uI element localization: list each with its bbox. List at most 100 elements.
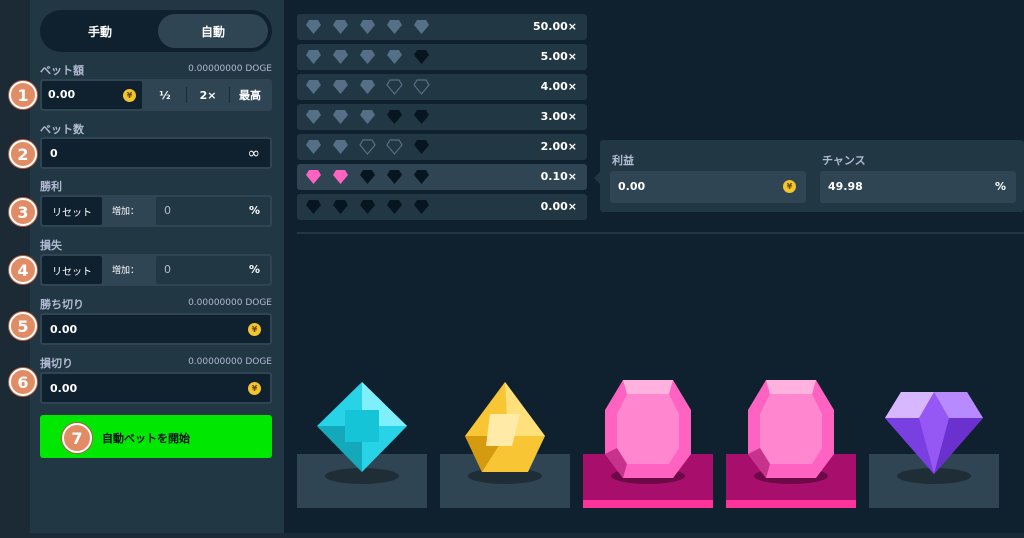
payout-row: 3.00×: [297, 104, 587, 130]
bet-amount-label: ベット額: [40, 64, 84, 77]
game-area: 50.00× 5.00× 4.00× 3.00× 2.00× 0.10× 0.00× 利益 …: [284, 0, 1024, 533]
step-badge-1: 1: [9, 81, 37, 109]
on-loss-increase-label: 増加：: [112, 266, 140, 276]
gem-icon: [306, 110, 321, 124]
gem-icon: [306, 50, 321, 64]
stop-profit-converted: 0.00000000 DOGE: [188, 298, 272, 308]
gem-icon: [413, 79, 430, 95]
bet-amount-group: 0.00 ¥ ½ 2× 最高: [40, 79, 272, 111]
profit-value: 0.00: [618, 180, 646, 193]
max-button[interactable]: 最高: [230, 81, 270, 109]
payout-multiplier: 2.00×: [540, 140, 577, 153]
payout-pattern: [305, 19, 430, 35]
tab-manual[interactable]: 手動: [44, 14, 156, 48]
payout-pattern: [305, 49, 430, 65]
gem-icon: [386, 139, 403, 155]
pink-gem: [605, 380, 691, 478]
gem-icon: [360, 80, 375, 94]
gem-icon: [387, 170, 402, 184]
gem-icon: [387, 20, 402, 34]
coin-icon: ¥: [248, 382, 261, 395]
stop-loss-converted: 0.00000000 DOGE: [188, 357, 272, 367]
step-badge-5: 5: [9, 312, 37, 340]
gem-icon: [414, 140, 429, 154]
bet-count-label: ベット数: [40, 123, 84, 136]
coin-icon: ¥: [248, 323, 261, 336]
on-loss-reset-button[interactable]: リセット: [42, 256, 102, 284]
gem-icon: [333, 200, 348, 214]
bet-amount-input[interactable]: 0.00 ¥: [42, 81, 142, 109]
double-button[interactable]: 2×: [187, 81, 229, 109]
stop-profit-label: 勝ち切り: [40, 298, 84, 311]
step-badge-6: 6: [9, 368, 37, 396]
payout-multiplier: 5.00×: [540, 50, 577, 63]
bet-count-value: 0: [50, 147, 58, 160]
payout-pattern: [305, 79, 430, 95]
payout-row: 0.00×: [297, 194, 587, 220]
profit-field[interactable]: 0.00 ¥: [610, 171, 806, 203]
payout-row: 2.00×: [297, 134, 587, 160]
coin-icon: ¥: [783, 180, 796, 193]
payout-multiplier: 0.00×: [540, 200, 577, 213]
gem-icon: [306, 140, 321, 154]
cyan-diamond-gem: [317, 382, 407, 472]
on-loss-group: リセット 増加： 0 %: [40, 254, 272, 286]
stop-profit-value: 0.00: [50, 323, 78, 336]
payout-multiplier: 50.00×: [532, 20, 577, 33]
chance-label: チャンス: [822, 154, 866, 167]
chance-field[interactable]: 49.98 %: [820, 171, 1016, 203]
chance-value: 49.98: [828, 180, 863, 193]
infinity-icon: ∞: [247, 144, 261, 162]
step-badge-3: 3: [9, 198, 37, 226]
gem-icon: [387, 200, 402, 214]
mode-switch: 手動 自動: [40, 10, 272, 52]
profit-panel: 利益 0.00 ¥ チャンス 49.98 %: [594, 140, 1024, 212]
gem-icon: [360, 20, 375, 34]
gem-icon: [333, 110, 348, 124]
gem-icon: [306, 20, 321, 34]
gem-icon: [306, 200, 321, 214]
percent-icon: %: [248, 263, 260, 276]
gem-icon: [333, 50, 348, 64]
gem-icon: [414, 110, 429, 124]
yellow-gem: [465, 382, 545, 472]
payout-multiplier: 4.00×: [540, 80, 577, 93]
gem-icon: [387, 50, 402, 64]
on-loss-value: 0: [164, 263, 171, 276]
on-loss-increase-input[interactable]: 0 %: [156, 256, 270, 284]
on-win-label: 勝利: [40, 180, 62, 193]
stop-profit-input[interactable]: 0.00 ¥: [40, 313, 272, 345]
gem-icon: [333, 80, 348, 94]
stop-loss-input[interactable]: 0.00 ¥: [40, 372, 272, 404]
gem-icon: [387, 110, 402, 124]
payout-pattern: [305, 139, 430, 155]
stop-loss-label: 損切り: [40, 357, 73, 370]
step-badge-2: 2: [9, 140, 37, 168]
bet-count-input[interactable]: 0 ∞: [40, 137, 272, 169]
gem-icon: [333, 140, 348, 154]
gem-icon: [414, 170, 429, 184]
payout-row: 50.00×: [297, 14, 587, 40]
gem-icon: [414, 50, 429, 64]
on-win-reset-button[interactable]: リセット: [42, 197, 102, 225]
start-autobet-label: 自動ベットを開始: [102, 432, 190, 445]
gem-icon: [306, 80, 321, 94]
payout-row: 4.00×: [297, 74, 587, 100]
gem-icon: [360, 50, 375, 64]
on-win-increase-input[interactable]: 0 %: [156, 197, 270, 225]
percent-icon: %: [248, 204, 260, 217]
payout-pattern: [305, 169, 430, 185]
gem-icon: [414, 200, 429, 214]
on-win-group: リセット 増加： 0 %: [40, 195, 272, 227]
pink-gem: [748, 380, 834, 478]
purple-gem: [885, 392, 983, 474]
control-panel: 手動 自動 ベット額 0.00000000 DOGE 0.00 ¥ ½ 2× 最…: [30, 0, 284, 533]
tab-auto[interactable]: 自動: [158, 14, 268, 48]
payout-pattern: [305, 199, 430, 215]
percent-icon: %: [994, 180, 1006, 193]
gem-icon: [333, 20, 348, 34]
payout-row: 0.10×: [297, 164, 587, 190]
half-button[interactable]: ½: [144, 81, 186, 109]
gem-icon: [414, 20, 429, 34]
gem-icon: [360, 170, 375, 184]
